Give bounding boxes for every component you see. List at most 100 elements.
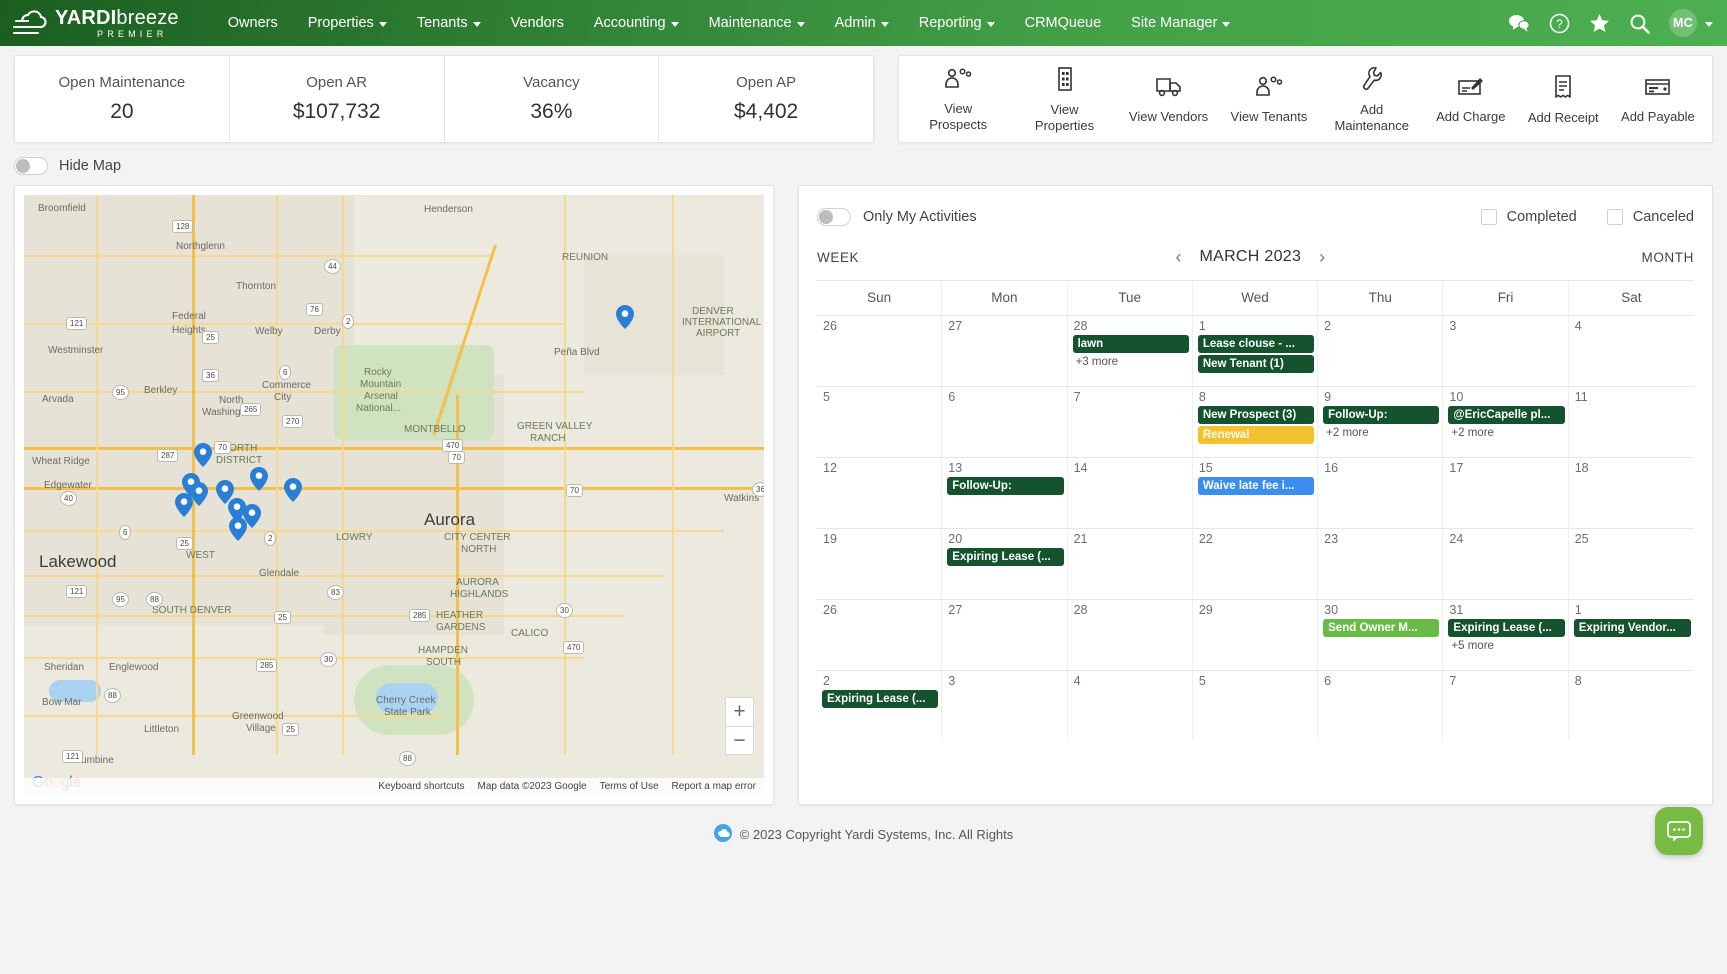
nav-item-properties[interactable]: Properties	[293, 9, 402, 37]
nav-item-site-manager[interactable]: Site Manager	[1116, 9, 1245, 37]
map-property-pin[interactable]	[175, 493, 193, 517]
calendar-event[interactable]: @EricCapelle pl...	[1448, 406, 1564, 424]
calendar-day-cell[interactable]: 27	[942, 316, 1067, 386]
calendar-event[interactable]: New Tenant (1)	[1198, 355, 1314, 373]
nav-item-admin[interactable]: Admin	[820, 9, 904, 37]
calendar-day-cell[interactable]: 7	[1068, 387, 1193, 457]
quick-action-add-payable[interactable]: Add Payable	[1615, 70, 1701, 129]
calendar-event[interactable]: Renewal	[1198, 426, 1314, 444]
calendar-day-cell[interactable]: 28 lawn+3 more	[1068, 316, 1193, 386]
calendar-event[interactable]: Expiring Vendor...	[1574, 619, 1691, 637]
calendar-day-cell[interactable]: 3	[942, 671, 1067, 741]
calendar-event[interactable]: New Prospect (3)	[1198, 406, 1314, 424]
calendar-day-cell[interactable]: 13 Follow-Up:	[942, 458, 1067, 528]
map-canvas[interactable]: BroomfieldHendersonNorthglennREUNIONThor…	[24, 195, 764, 795]
calendar-event[interactable]: Send Owner M...	[1323, 619, 1439, 637]
calendar-event[interactable]: Expiring Lease (...	[822, 690, 938, 708]
calendar-day-cell[interactable]: 7	[1443, 671, 1568, 741]
calendar-more-link[interactable]: +3 more	[1072, 353, 1190, 368]
only-my-activities-toggle[interactable]	[817, 208, 851, 226]
calendar-day-cell[interactable]: 23	[1318, 529, 1443, 599]
quick-action-add-maintenance[interactable]: Add Maintenance	[1324, 61, 1420, 137]
user-menu[interactable]: MC	[1669, 9, 1713, 37]
calendar-day-cell[interactable]: 8	[1569, 671, 1694, 741]
nav-item-accounting[interactable]: Accounting	[579, 9, 694, 37]
calendar-day-cell[interactable]: 5	[817, 387, 942, 457]
map-property-pin[interactable]	[250, 467, 268, 491]
kpi-vacancy[interactable]: Vacancy 36%	[445, 56, 660, 142]
nav-item-maintenance[interactable]: Maintenance	[694, 9, 820, 37]
calendar-event[interactable]: Follow-Up:	[947, 477, 1063, 495]
calendar-day-cell[interactable]: 15 Waive late fee i...	[1193, 458, 1318, 528]
calendar-day-cell[interactable]: 14	[1068, 458, 1193, 528]
calendar-day-cell[interactable]: 26	[817, 600, 942, 670]
help-icon[interactable]: ?	[1549, 13, 1570, 34]
nav-item-owners[interactable]: Owners	[213, 9, 293, 37]
calendar-day-cell[interactable]: 3	[1443, 316, 1568, 386]
quick-action-view-properties[interactable]: View Properties	[1017, 61, 1113, 137]
quick-action-view-vendors[interactable]: View Vendors	[1123, 70, 1214, 129]
calendar-day-cell[interactable]: 6	[1318, 671, 1443, 741]
star-icon[interactable]	[1589, 13, 1610, 33]
nav-item-crmqueue[interactable]: CRMQueue	[1010, 9, 1117, 37]
quick-action-add-charge[interactable]: Add Charge	[1430, 70, 1511, 129]
calendar-day-cell[interactable]: 28	[1068, 600, 1193, 670]
calendar-event[interactable]: Expiring Lease (...	[1448, 619, 1564, 637]
calendar-day-cell[interactable]: 17	[1443, 458, 1568, 528]
map-zoom-out-button[interactable]: −	[725, 726, 754, 755]
nav-item-tenants[interactable]: Tenants	[402, 9, 496, 37]
chat-fab-icon[interactable]	[1655, 807, 1703, 855]
calendar-day-cell[interactable]: 4	[1068, 671, 1193, 741]
calendar-event[interactable]: Lease clouse - ...	[1198, 335, 1314, 353]
map-property-pin[interactable]	[616, 305, 634, 329]
map-property-pin[interactable]	[229, 517, 247, 541]
quick-action-add-receipt[interactable]: Add Receipt	[1522, 69, 1605, 130]
calendar-day-cell[interactable]: 16	[1318, 458, 1443, 528]
kpi-open-ap[interactable]: Open AP $4,402	[659, 56, 873, 142]
calendar-event[interactable]: Follow-Up:	[1323, 406, 1439, 424]
calendar-event[interactable]: Waive late fee i...	[1198, 477, 1314, 495]
nav-item-vendors[interactable]: Vendors	[496, 9, 579, 37]
hide-map-toggle[interactable]	[14, 157, 48, 175]
calendar-day-cell[interactable]: 11	[1569, 387, 1694, 457]
calendar-event[interactable]: lawn	[1073, 335, 1189, 353]
calendar-more-link[interactable]: +2 more	[1447, 424, 1565, 439]
map-zoom-in-button[interactable]: +	[725, 697, 754, 726]
calendar-day-cell[interactable]: 6	[942, 387, 1067, 457]
calendar-day-cell[interactable]: 26	[817, 316, 942, 386]
calendar-day-cell[interactable]: 18	[1569, 458, 1694, 528]
week-view-button[interactable]: WEEK	[817, 250, 859, 265]
calendar-day-cell[interactable]: 8 New Prospect (3)Renewal	[1193, 387, 1318, 457]
calendar-day-cell[interactable]: 10 @EricCapelle pl...+2 more	[1443, 387, 1568, 457]
map-property-pin[interactable]	[284, 478, 302, 502]
nav-item-reporting[interactable]: Reporting	[904, 9, 1010, 37]
calendar-day-cell[interactable]: 5	[1193, 671, 1318, 741]
calendar-day-cell[interactable]: 12	[817, 458, 942, 528]
month-view-button[interactable]: MONTH	[1641, 250, 1694, 265]
chat-icon[interactable]	[1508, 13, 1530, 33]
map-keyboard-shortcuts[interactable]: Keyboard shortcuts	[378, 781, 464, 792]
calendar-more-link[interactable]: +5 more	[1447, 637, 1565, 652]
calendar-day-cell[interactable]: 31 Expiring Lease (...+5 more	[1443, 600, 1568, 670]
calendar-day-cell[interactable]: 2 Expiring Lease (...	[817, 671, 942, 741]
quick-action-view-tenants[interactable]: View Tenants	[1225, 70, 1314, 129]
calendar-day-cell[interactable]: 4	[1569, 316, 1694, 386]
calendar-day-cell[interactable]: 21	[1068, 529, 1193, 599]
kpi-open-maintenance[interactable]: Open Maintenance 20	[15, 56, 230, 142]
calendar-day-cell[interactable]: 9 Follow-Up:+2 more	[1318, 387, 1443, 457]
completed-checkbox[interactable]: Completed	[1481, 209, 1577, 225]
kpi-open-ar[interactable]: Open AR $107,732	[230, 56, 445, 142]
calendar-day-cell[interactable]: 24	[1443, 529, 1568, 599]
map-terms-link[interactable]: Terms of Use	[600, 781, 659, 792]
calendar-event[interactable]: Expiring Lease (...	[947, 548, 1063, 566]
map-property-pin[interactable]	[194, 443, 212, 467]
calendar-day-cell[interactable]: 19	[817, 529, 942, 599]
search-icon[interactable]	[1629, 13, 1650, 34]
calendar-more-link[interactable]: +2 more	[1322, 424, 1440, 439]
calendar-day-cell[interactable]: 30 Send Owner M...	[1318, 600, 1443, 670]
next-month-button[interactable]: ›	[1319, 248, 1325, 266]
brand-logo-block[interactable]: YARDIbreeze PREMIER	[12, 8, 179, 39]
canceled-checkbox[interactable]: Canceled	[1607, 209, 1694, 225]
calendar-day-cell[interactable]: 1 Lease clouse - ...New Tenant (1)	[1193, 316, 1318, 386]
calendar-day-cell[interactable]: 20 Expiring Lease (...	[942, 529, 1067, 599]
